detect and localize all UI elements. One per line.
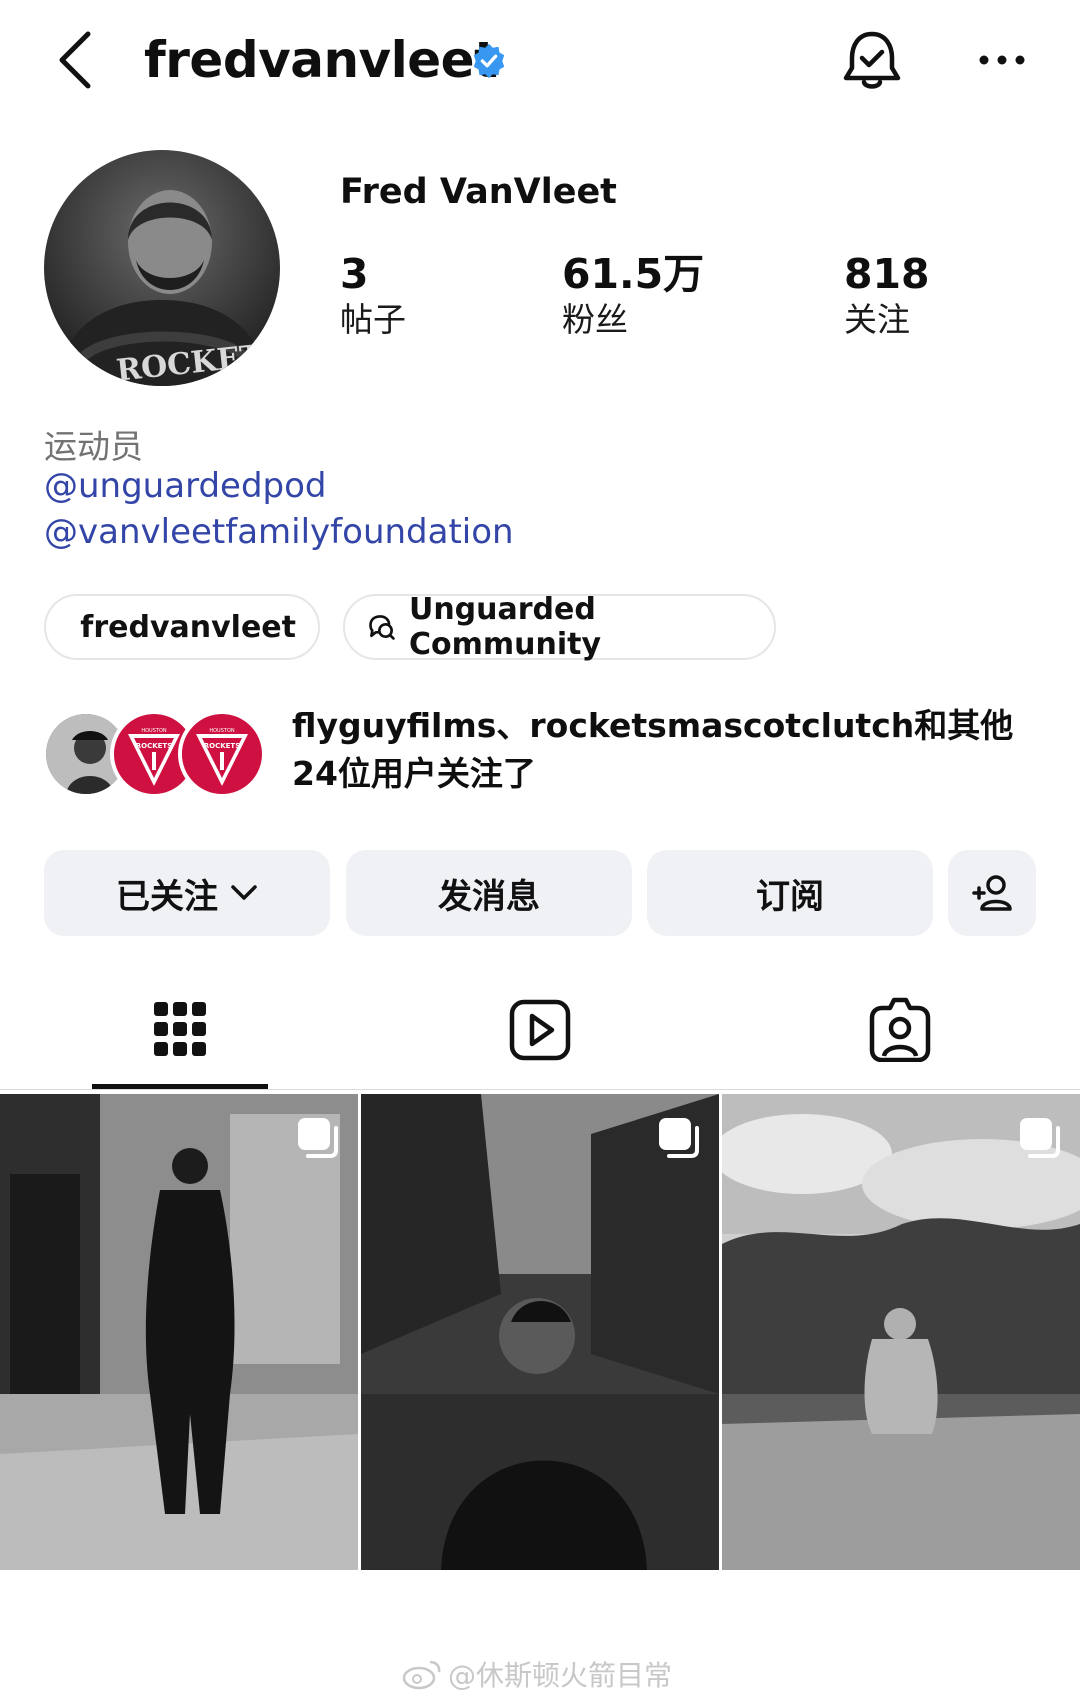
add-person-icon (972, 875, 1012, 911)
followed-by-text[interactable]: flyguyfilms、rocketsmascotclutch和其他 24位用户… (292, 702, 1052, 798)
subscribe-button-label: 订阅 (756, 876, 824, 917)
more-horizontal-icon[interactable] (976, 40, 1028, 80)
multi-post-icon (659, 1118, 699, 1158)
badge-text: HOUSTON (141, 728, 167, 734)
subscribe-button[interactable]: 订阅 (647, 850, 933, 936)
followers-label: 粉丝 (562, 300, 628, 339)
posts-label: 帖子 (340, 300, 406, 339)
followed-by-line2: 24位用户关注了 (292, 754, 536, 793)
community-chip-label: Unguarded Community (408, 592, 601, 662)
weibo-logo-icon (402, 1660, 441, 1690)
threads-chip-label: fredvanvleet (80, 609, 296, 645)
posts-count: 3 (340, 250, 369, 298)
top-bar: fredvanvleet (0, 0, 1080, 120)
chevron-down-icon (231, 885, 257, 900)
profile-username: fredvanvleet (144, 31, 498, 89)
following-button[interactable]: 已关注 (44, 850, 330, 936)
bio-link-unguardedpod[interactable]: @unguardedpod (44, 466, 327, 506)
badge-subtext: ROCKETS (136, 742, 173, 750)
verified-badge-icon (473, 43, 505, 79)
chevron-left-icon[interactable] (50, 28, 106, 92)
message-button[interactable]: 发消息 (346, 850, 632, 936)
suggested-people-button[interactable] (948, 850, 1036, 936)
post-tile-2[interactable] (361, 1094, 719, 1570)
profile-category: 运动员 (44, 427, 143, 466)
post-photo-1 (0, 1094, 358, 1570)
profile-avatar[interactable]: ROCKETS (44, 150, 280, 386)
display-name: Fred VanVleet (340, 172, 617, 212)
post-tile-1[interactable] (0, 1094, 358, 1570)
tagged-icon[interactable] (868, 996, 932, 1062)
badge-subtext: ROCKETS (204, 742, 241, 750)
following-button-label: 已关注 (116, 876, 218, 917)
following-count: 818 (844, 250, 930, 298)
chat-bubbles-icon (369, 615, 395, 640)
tabs-divider (0, 1089, 1080, 1090)
followers-count: 61.5万 (562, 250, 705, 298)
post-photo-3 (722, 1094, 1080, 1570)
stat-posts[interactable]: 3 帖子 (340, 250, 406, 342)
community-chip[interactable]: Unguarded Community (343, 592, 776, 662)
bell-check-icon[interactable] (840, 28, 904, 94)
grid-icon[interactable] (152, 996, 208, 1062)
post-photo-2 (361, 1094, 719, 1570)
multi-post-icon (298, 1118, 338, 1158)
mutual-follower-avatar-rockets-2[interactable]: ROCKETS HOUSTON (178, 710, 266, 798)
stat-following[interactable]: 818 关注 (844, 250, 930, 342)
multi-post-icon (1020, 1118, 1060, 1158)
bio-link-foundation[interactable]: @vanvleetfamilyfoundation (44, 512, 514, 552)
watermark: @休斯顿火箭目常 (402, 1654, 672, 1694)
badge-text: HOUSTON (209, 728, 235, 734)
followed-by-line1: flyguyfilms、rocketsmascotclutch和其他 (292, 706, 1014, 745)
post-tile-3[interactable] (722, 1094, 1080, 1570)
message-button-label: 发消息 (438, 876, 540, 917)
following-label: 关注 (844, 300, 910, 339)
stat-followers[interactable]: 61.5万 粉丝 (562, 250, 704, 342)
threads-chip[interactable]: fredvanvleet (44, 594, 320, 660)
watermark-text: @休斯顿火箭目常 (448, 1659, 673, 1692)
reels-icon[interactable] (508, 996, 572, 1062)
